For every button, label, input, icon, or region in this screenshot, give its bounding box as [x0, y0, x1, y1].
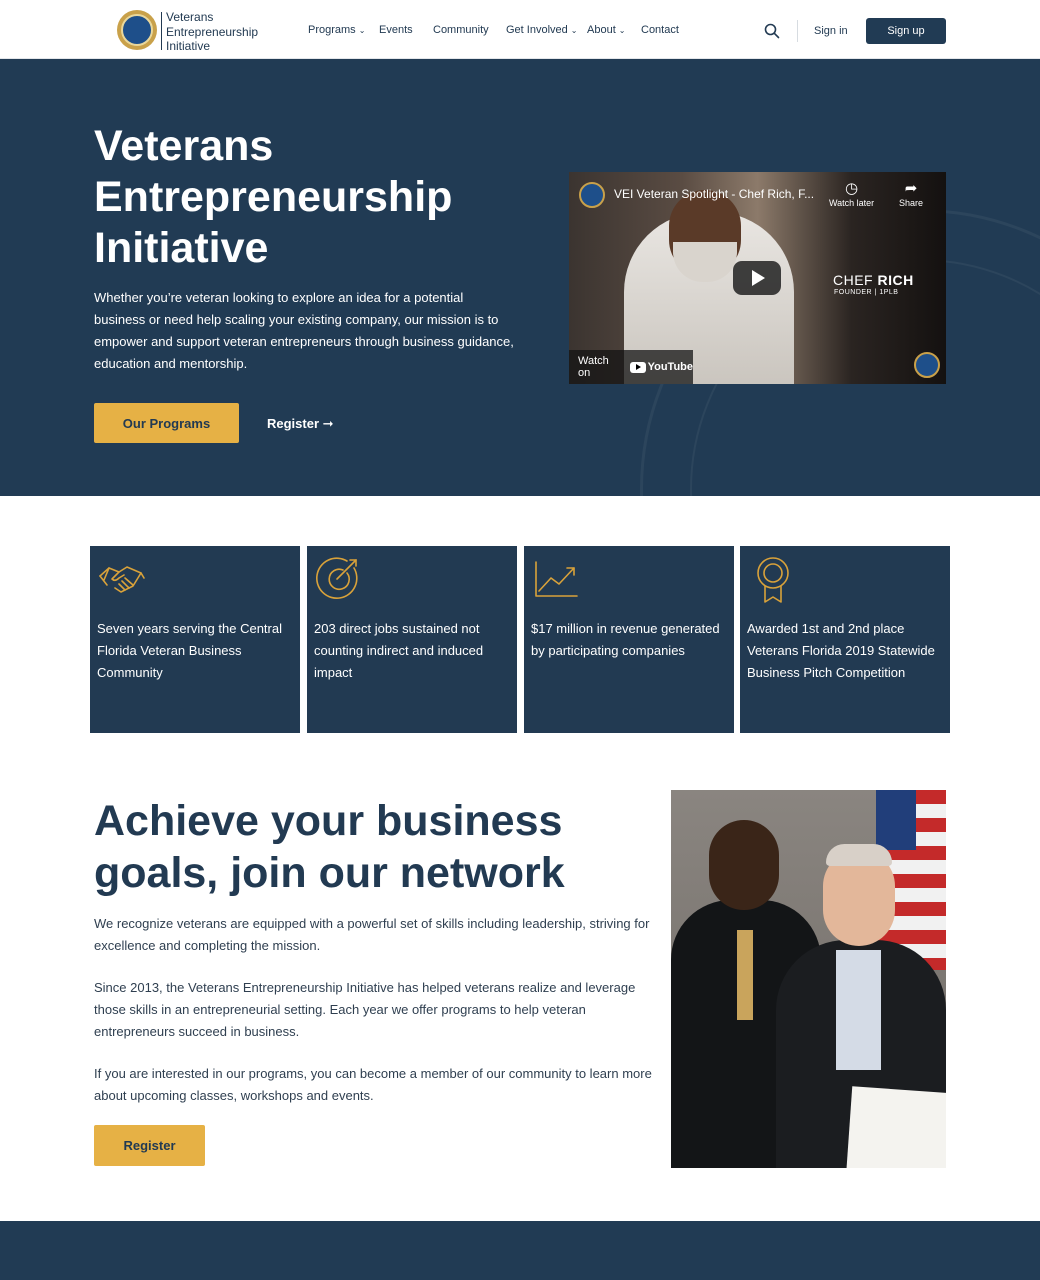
nav-get-involved[interactable]: Get Involved ⌄	[506, 24, 577, 36]
youtube-play-icon	[629, 361, 646, 373]
nav-programs-label: Programs	[308, 24, 356, 36]
nav-get-involved-label: Get Involved	[506, 24, 568, 36]
photo-tie	[737, 930, 753, 1020]
youtube-wordmark: YouTube	[647, 361, 693, 373]
hero-description: Whether you’re veteran looking to explor…	[94, 290, 514, 371]
video-name-label: CHEF RICH	[833, 272, 914, 288]
stat-card-revenue: $17 million in revenue generated by part…	[524, 546, 734, 733]
logo-wordmark[interactable]: Veterans Entrepreneurship Initiative	[166, 10, 258, 54]
hero-section: Veterans Entrepreneurship Initiative Whe…	[0, 59, 1040, 496]
award-ribbon-icon	[757, 557, 789, 603]
nav-about-label: About	[587, 24, 616, 36]
search-icon[interactable]	[764, 23, 780, 39]
nav-events-label: Events	[379, 24, 413, 36]
stat-card-jobs: 203 direct jobs sustained not counting i…	[307, 546, 517, 733]
share-label: Share	[899, 198, 924, 208]
photo-shirt	[836, 950, 881, 1070]
sign-up-button[interactable]: Sign up	[866, 18, 946, 44]
play-button[interactable]	[733, 261, 781, 295]
our-programs-button[interactable]: Our Programs	[94, 403, 239, 443]
video-name-label-1: CHEF	[833, 272, 874, 288]
vei-logo-seal[interactable]	[117, 10, 157, 50]
logo-line-3: Initiative	[166, 39, 211, 53]
watch-later-button[interactable]: ◷ Watch later	[829, 180, 874, 208]
header-divider	[797, 20, 798, 42]
stat-text-award: Awarded 1st and 2nd place Veterans Flori…	[747, 621, 935, 680]
chevron-down-icon: ⌄	[358, 26, 366, 35]
stat-text-revenue: $17 million in revenue generated by part…	[531, 621, 720, 658]
handshake-award-photo	[671, 790, 946, 1168]
growth-chart-icon	[535, 561, 578, 597]
achieve-paragraph-2: Since 2013, the Veterans Entrepreneurshi…	[94, 980, 636, 1039]
chevron-down-icon: ⌄	[570, 26, 578, 35]
achieve-paragraph-3: If you are interested in our programs, y…	[94, 1066, 652, 1103]
achieve-paragraph-1: We recognize veterans are equipped with …	[94, 916, 650, 953]
share-button[interactable]: ➦ Share	[899, 180, 923, 208]
channel-watermark-icon	[914, 352, 940, 378]
watch-on-label: Watch on	[578, 355, 609, 379]
hero-register-link[interactable]: Register ➞	[267, 416, 334, 432]
nav-contact[interactable]: Contact	[641, 24, 679, 36]
sign-in-link[interactable]: Sign in	[814, 25, 848, 37]
video-name-label-2: RICH	[877, 272, 914, 288]
youtube-video-embed[interactable]: VEI Veteran Spotlight - Chef Rich, F... …	[569, 172, 946, 384]
video-title[interactable]: VEI Veteran Spotlight - Chef Rich, F...	[614, 187, 814, 201]
achieve-register-button[interactable]: Register	[94, 1125, 205, 1166]
stat-text-years: Seven years serving the Central Florida …	[97, 621, 282, 680]
channel-avatar[interactable]	[579, 182, 605, 208]
stat-card-years: Seven years serving the Central Florida …	[90, 546, 300, 733]
nav-community-label: Community	[433, 24, 489, 36]
nav-contact-label: Contact	[641, 24, 679, 36]
target-icon	[316, 557, 358, 599]
nav-events[interactable]: Events	[379, 24, 413, 36]
photo-hair-right	[826, 844, 892, 866]
nav-programs[interactable]: Programs ⌄	[308, 24, 365, 36]
stat-text-jobs: 203 direct jobs sustained not counting i…	[314, 621, 484, 680]
photo-flag-canton	[876, 790, 916, 850]
handshake-icon	[99, 566, 145, 593]
stat-card-award: Awarded 1st and 2nd place Veterans Flori…	[740, 546, 950, 733]
watch-later-label: Watch later	[829, 198, 875, 208]
footer-band	[0, 1221, 1040, 1280]
video-role-label: FOUNDER | 1PLB	[834, 289, 899, 296]
hero-title: Veterans Entrepreneurship Initiative	[94, 122, 453, 272]
photo-certificate	[845, 1086, 946, 1168]
logo-divider	[161, 12, 162, 50]
share-arrow-icon: ➦	[904, 180, 918, 197]
achieve-title: Achieve your business goals, join our ne…	[94, 797, 565, 897]
logo-line-2: Entrepreneurship	[166, 24, 259, 39]
youtube-logo: YouTube	[629, 361, 693, 373]
photo-face-left	[709, 820, 779, 910]
nav-community[interactable]: Community	[433, 24, 489, 36]
chevron-down-icon: ⌄	[618, 26, 626, 35]
clock-icon: ◷	[845, 180, 859, 197]
seal-inner	[121, 14, 153, 46]
watch-on-youtube-button[interactable]: Watch on YouTube	[569, 350, 693, 384]
site-header: Veterans Entrepreneurship Initiative Pro…	[0, 0, 1040, 59]
logo-line-1: Veterans	[166, 10, 214, 24]
nav-about[interactable]: About ⌄	[587, 24, 625, 36]
